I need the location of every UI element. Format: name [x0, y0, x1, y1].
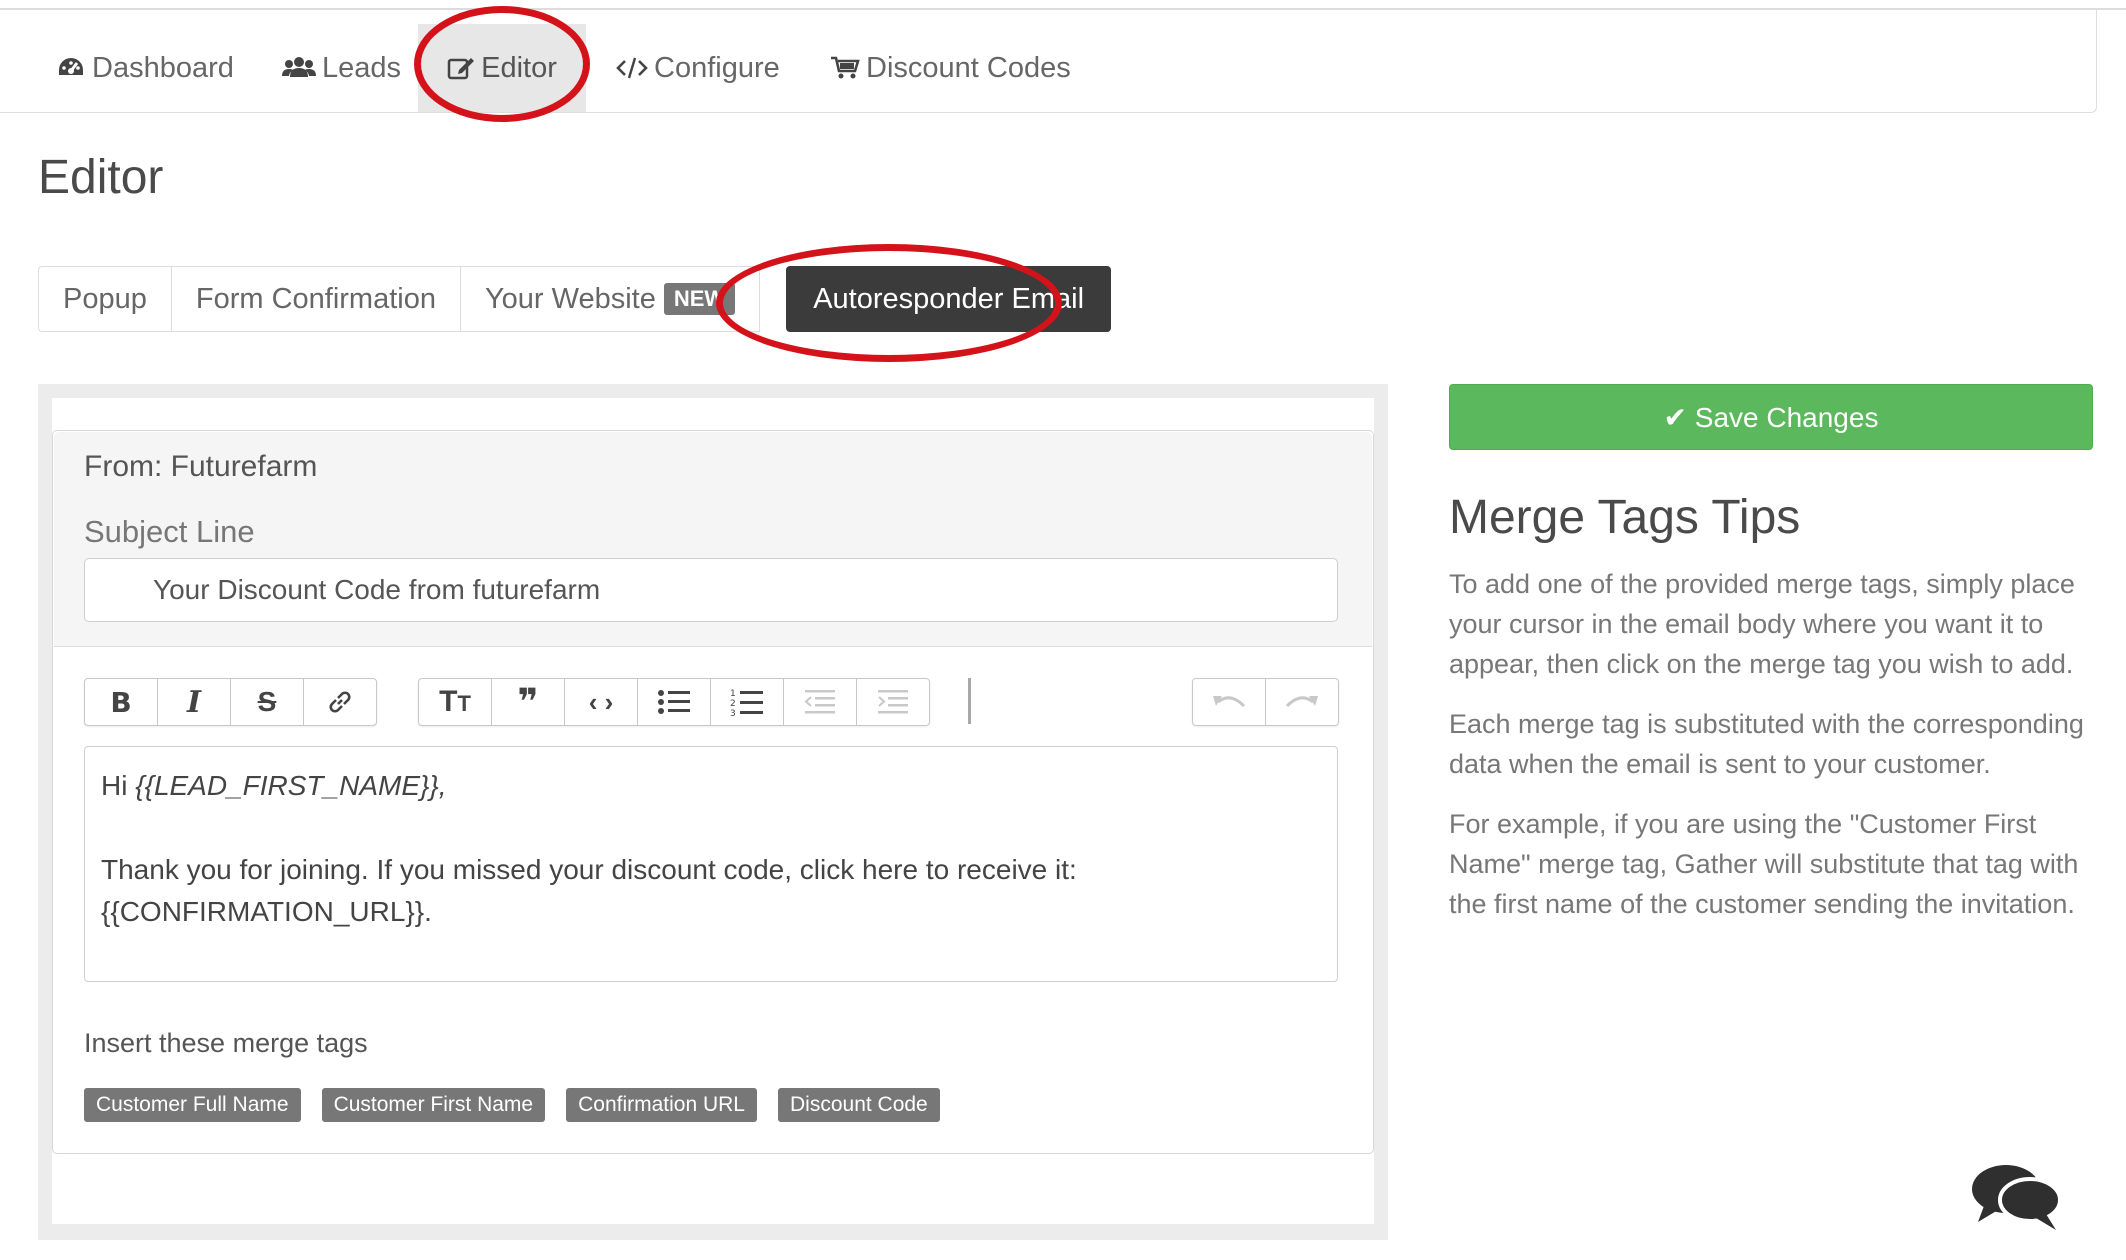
quote-icon: ❞	[517, 681, 539, 722]
nav-editor-label: Editor	[481, 51, 557, 84]
heading-button[interactable]: TT	[419, 679, 492, 725]
cart-icon	[831, 56, 860, 79]
italic-icon: I	[186, 684, 202, 720]
bullet-list-button[interactable]	[638, 679, 711, 725]
outdent-button[interactable]	[784, 679, 857, 725]
tab-your-website-label: Your Website	[484, 282, 656, 315]
users-icon	[282, 57, 316, 77]
link-button[interactable]	[304, 679, 376, 725]
merge-tag-customer-first-name[interactable]: Customer First Name	[321, 1088, 546, 1122]
tab-autoresponder-email[interactable]: Autoresponder Email	[786, 266, 1112, 332]
bold-button[interactable]: B	[85, 679, 158, 725]
tab-popup[interactable]: Popup	[38, 266, 171, 332]
svg-text:2: 2	[730, 699, 736, 709]
numbered-list-button[interactable]: 123	[711, 679, 784, 725]
numbered-list-icon: 123	[730, 689, 763, 717]
code-button[interactable]: ‹ ›	[565, 679, 638, 725]
italic-button[interactable]: I	[158, 679, 231, 725]
tips-paragraph-3: For example, if you are using the "Custo…	[1449, 809, 2079, 919]
body-line-3: {{CONFIRMATION_URL}}.	[101, 896, 432, 927]
link-icon	[329, 691, 351, 713]
email-body-editor[interactable]: Hi {{LEAD_FIRST_NAME}}, Thank you for jo…	[84, 746, 1338, 982]
tips-title: Merge Tags Tips	[1449, 491, 1801, 544]
body-line-1: Hi {{LEAD_FIRST_NAME}},	[101, 765, 1321, 807]
nav-discount-codes-label: Discount Codes	[866, 51, 1071, 84]
merge-tag-discount-code[interactable]: Discount Code	[778, 1088, 940, 1122]
nav-configure-label: Configure	[654, 51, 780, 84]
nav-dashboard[interactable]: Dashboard	[56, 24, 234, 112]
indent-button[interactable]	[857, 679, 929, 725]
toolbar-block-group: TT ❞ ‹ › 123	[418, 678, 930, 726]
tips-paragraph-2: Each merge tag is substituted with the c…	[1449, 709, 2084, 779]
quote-button[interactable]: ❞	[492, 679, 565, 725]
nav-discount-codes[interactable]: Discount Codes	[830, 24, 1071, 112]
nav-editor[interactable]: Editor	[418, 24, 586, 112]
toolbar-history-group	[1192, 678, 1339, 726]
chat-bubbles-icon	[1972, 1165, 2062, 1230]
body-greeting: Hi	[101, 770, 136, 801]
chat-widget-button[interactable]	[1970, 1162, 2064, 1237]
top-nav: Dashboard Leads Editor Configure Discoun…	[0, 10, 2097, 113]
tab-autoresponder-label: Autoresponder Email	[813, 282, 1085, 315]
code-icon	[616, 57, 648, 79]
from-line: From: Futurefarm	[84, 450, 318, 483]
subject-value: Your Discount Code from futurefarm	[153, 574, 601, 605]
body-line-2: Thank you for joining. If you missed you…	[101, 854, 1077, 885]
strikethrough-button[interactable]: S	[231, 679, 304, 725]
body-blank-line	[101, 807, 1321, 849]
editor-tabs: Popup Form Confirmation Your Website NEW …	[38, 266, 1112, 332]
nav-leads[interactable]: Leads	[282, 24, 401, 112]
tab-your-website[interactable]: Your Website NEW	[459, 266, 761, 332]
edit-icon	[447, 58, 475, 80]
merge-tag-confirmation-url[interactable]: Confirmation URL	[566, 1088, 757, 1122]
merge-tags-label: Insert these merge tags	[84, 1028, 368, 1058]
undo-button[interactable]	[1193, 679, 1266, 725]
undo-icon	[1213, 696, 1246, 708]
strikethrough-icon: S	[257, 686, 277, 717]
bold-icon: B	[110, 685, 132, 719]
subject-label: Subject Line	[84, 514, 255, 549]
svg-text:1: 1	[730, 689, 736, 699]
tips-paragraph-1: To add one of the provided merge tags, s…	[1449, 569, 2075, 679]
code-icon: ‹ ›	[588, 686, 614, 717]
merge-tag-customer-full-name[interactable]: Customer Full Name	[84, 1088, 301, 1122]
body-first-name-tag: {{LEAD_FIRST_NAME}},	[135, 770, 447, 801]
redo-icon	[1285, 696, 1318, 708]
nav-leads-label: Leads	[322, 51, 402, 84]
nav-dashboard-label: Dashboard	[92, 51, 234, 84]
save-changes-button[interactable]: ✔ Save Changes	[1449, 384, 2093, 450]
toolbar-format-group: B I S	[84, 678, 377, 726]
nav-configure[interactable]: Configure	[616, 24, 780, 112]
subject-input[interactable]: Your Discount Code from futurefarm	[84, 558, 1338, 622]
page-title: Editor	[38, 151, 164, 204]
merge-tag-list: Customer Full Name Customer First Name C…	[84, 1088, 961, 1122]
indent-icon	[878, 690, 908, 714]
svg-text:3: 3	[730, 709, 736, 717]
redo-button[interactable]	[1266, 679, 1338, 725]
heading-icon: TT	[439, 685, 471, 718]
tab-form-confirmation-label: Form Confirmation	[195, 282, 436, 315]
tab-form-confirmation[interactable]: Form Confirmation	[170, 266, 460, 332]
bullet-list-icon	[658, 690, 690, 714]
tab-popup-label: Popup	[63, 282, 147, 315]
dashboard-icon	[59, 58, 83, 75]
toolbar-separator	[968, 678, 971, 724]
outdent-icon	[804, 690, 835, 714]
new-badge: NEW	[663, 283, 736, 315]
